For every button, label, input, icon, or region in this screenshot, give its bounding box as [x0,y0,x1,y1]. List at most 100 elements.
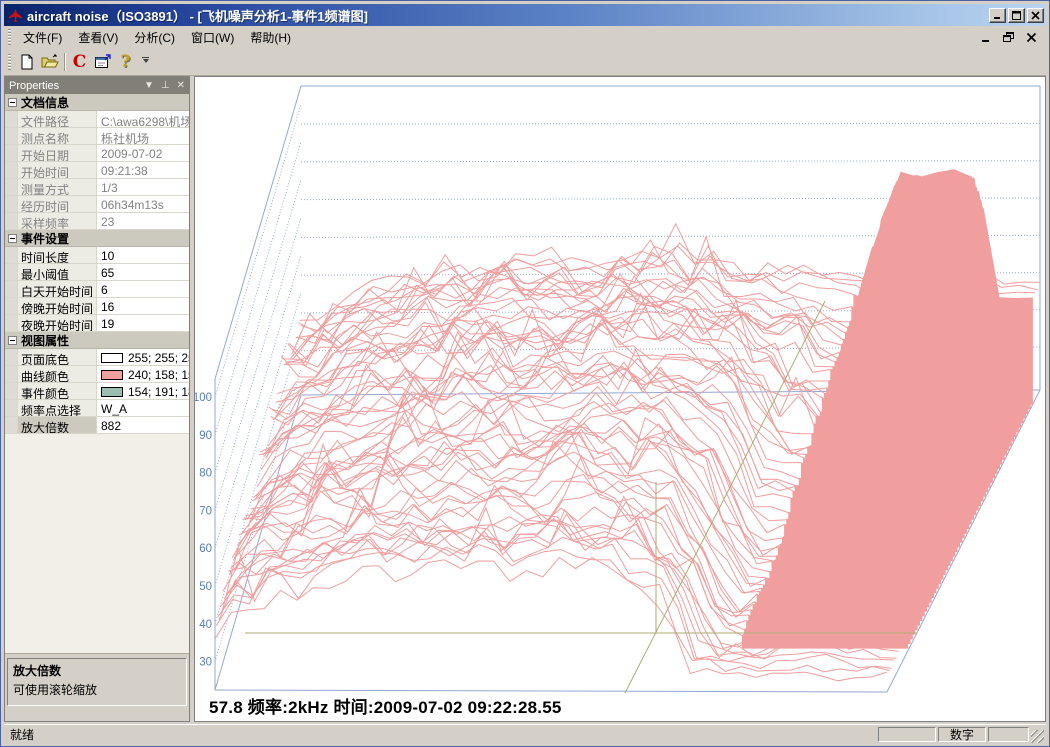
row-indent [5,111,18,127]
property-row[interactable]: 曲线颜色240; 158; 158 [5,366,189,383]
property-row[interactable]: 文件路径C:\awa6298\机场 [5,111,189,128]
property-label: 经历时间 [18,196,97,212]
close-button[interactable] [1027,8,1044,23]
property-value[interactable]: 10 [97,247,189,263]
menu-item-2[interactable]: 分析(C) [126,28,183,48]
properties-icon [94,54,111,70]
row-indent [5,128,18,144]
property-label: 测量方式 [18,179,97,195]
color-swatch [101,387,123,397]
property-value[interactable]: 栎社机场 [97,128,189,144]
svg-text:70: 70 [199,505,212,517]
property-value[interactable]: 6 [97,281,189,297]
panel-close-icon[interactable]: ✕ [177,81,185,91]
menubar-gripper[interactable] [8,29,11,45]
property-value[interactable]: 882 [97,417,189,433]
new-document-button[interactable] [15,51,38,73]
collapse-icon[interactable] [8,98,17,107]
svg-text:80: 80 [199,468,212,480]
property-value[interactable]: 23 [97,213,189,229]
property-row[interactable]: 事件颜色154; 191; 184 [5,383,189,400]
mdi-window-buttons [980,31,1046,43]
calibration-button[interactable]: C [68,51,91,73]
mdi-minimize-button[interactable] [980,31,994,43]
row-indent [5,349,18,365]
property-value[interactable]: 154; 191; 184 [97,383,189,399]
property-value[interactable]: 06h34m13s [97,196,189,212]
toolbar-gripper[interactable] [8,54,11,70]
menu-item-1[interactable]: 查看(V) [70,28,126,48]
property-value[interactable]: W_A [97,400,189,416]
property-row[interactable]: 测量方式1/3 [5,179,189,196]
airplane-icon [7,8,24,23]
property-value[interactable]: 16 [97,298,189,314]
menu-bar: 文件(F)查看(V)分析(C)窗口(W)帮助(H) [4,26,1046,48]
property-value[interactable]: 19 [97,315,189,331]
row-indent [5,366,18,382]
property-row[interactable]: 经历时间06h34m13s [5,196,189,213]
property-label: 傍晚开始时间 [18,298,97,314]
property-row[interactable]: 测点名称栎社机场 [5,128,189,145]
property-category[interactable]: 事件设置 [5,230,189,247]
row-indent [5,145,18,161]
property-description: 放大倍数 可使用滚轮缩放 [7,658,187,706]
property-row[interactable]: 时间长度10 [5,247,189,264]
open-file-button[interactable] [38,51,61,73]
row-indent [5,162,18,178]
menu-item-0[interactable]: 文件(F) [15,28,70,48]
waterfall-chart[interactable]: 10090807060504030 57.8 频率:2kHz 时间:2009-0… [194,76,1046,722]
property-row[interactable]: 夜晚开始时间19 [5,315,189,332]
cursor-readout: 57.8 频率:2kHz 时间:2009-07-02 09:22:28.55 [209,693,562,718]
svg-text:60: 60 [199,543,212,555]
mdi-close-icon [1026,32,1037,43]
status-bar: 就绪 数字 [4,724,1046,743]
property-row[interactable]: 开始日期2009-07-02 [5,145,189,162]
menu-item-4[interactable]: 帮助(H) [242,28,299,48]
main-area: Properties ▼ ⊥ ✕ 文档信息文件路径C:\awa6298\机场测点… [4,76,1046,722]
row-indent [5,315,18,331]
property-value[interactable]: 255; 255; 255 [97,349,189,365]
property-value[interactable]: 240; 158; 158 [97,366,189,382]
new-document-icon [19,54,35,70]
property-row[interactable]: 开始时间09:21:38 [5,162,189,179]
collapse-icon[interactable] [8,336,17,345]
toolbar-overflow-button[interactable] [139,51,152,73]
maximize-button[interactable] [1008,8,1025,23]
property-category[interactable]: 视图属性 [5,332,189,349]
property-row[interactable]: 页面底色255; 255; 255 [5,349,189,366]
property-label: 开始时间 [18,162,97,178]
property-label: 采样频率 [18,213,97,229]
property-row[interactable]: 白天开始时间6 [5,281,189,298]
properties-button[interactable] [91,51,114,73]
row-indent [5,417,18,433]
property-value[interactable]: 65 [97,264,189,280]
property-row[interactable]: 采样频率23 [5,213,189,230]
property-value[interactable]: 1/3 [97,179,189,195]
property-label: 白天开始时间 [18,281,97,297]
row-indent [5,383,18,399]
resize-grip[interactable] [1031,730,1044,743]
menu-item-3[interactable]: 窗口(W) [183,28,242,48]
property-row[interactable]: 频率点选择W_A [5,400,189,417]
window-title: aircraft noise（ISO3891） - [飞机噪声分析1-事件1频谱… [27,6,989,25]
pin-icon[interactable]: ⊥ [161,81,170,91]
property-value[interactable]: 09:21:38 [97,162,189,178]
svg-text:40: 40 [199,619,212,631]
help-button[interactable]: ? [114,51,137,73]
svg-text:90: 90 [199,430,212,442]
properties-panel-header: Properties ▼ ⊥ ✕ [5,77,189,94]
property-value[interactable]: C:\awa6298\机场 [97,111,189,127]
minimize-button[interactable] [989,8,1006,23]
mdi-restore-button[interactable] [1002,31,1016,43]
property-row[interactable]: 放大倍数882 [5,417,189,434]
mdi-close-button[interactable] [1024,31,1038,43]
panel-menu-arrow-icon[interactable]: ▼ [144,81,154,91]
property-row[interactable]: 最小阈值65 [5,264,189,281]
mdi-restore-icon [1003,32,1015,43]
collapse-icon[interactable] [8,234,17,243]
property-category[interactable]: 文档信息 [5,94,189,111]
property-value[interactable]: 2009-07-02 [97,145,189,161]
panel-title: Properties [9,80,137,92]
property-row[interactable]: 傍晚开始时间16 [5,298,189,315]
row-indent [5,281,18,297]
